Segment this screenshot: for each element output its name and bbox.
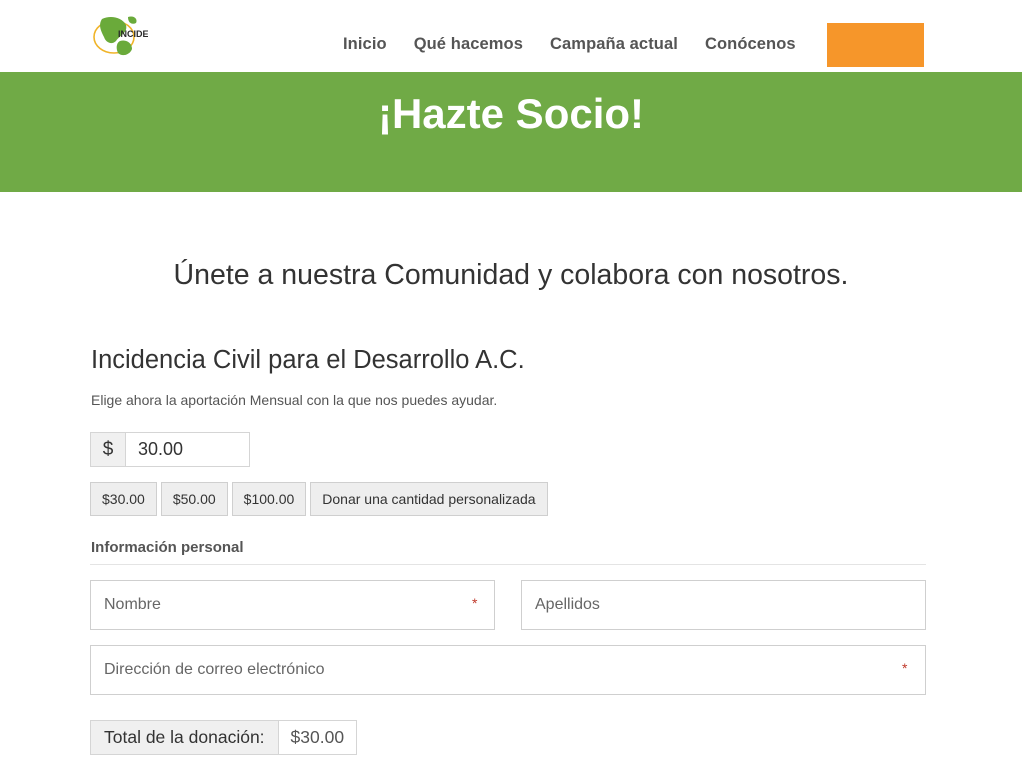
donation-amount-input[interactable]: [126, 433, 249, 466]
section-divider: [90, 564, 926, 565]
email-field-wrapper: *: [90, 645, 926, 695]
section-title-personal-info: Información personal: [91, 539, 244, 556]
nav-item-que-hacemos[interactable]: Qué hacemos: [414, 35, 523, 54]
required-marker: *: [472, 595, 478, 611]
nav-cta-button[interactable]: [827, 23, 924, 67]
donation-levels: $30.00 $50.00 $100.00 Donar una cantidad…: [90, 482, 552, 516]
nav-item-conocenos[interactable]: Conócenos: [705, 35, 796, 54]
last-name-input[interactable]: [522, 581, 925, 629]
globe-logo-icon: INCIDE: [93, 16, 149, 56]
required-marker: *: [902, 660, 908, 676]
first-name-input[interactable]: [91, 581, 494, 629]
nav-item-inicio[interactable]: Inicio: [343, 35, 387, 54]
form-title: Incidencia Civil para el Desarrollo A.C.: [91, 346, 525, 374]
donation-total: Total de la donación: $30.00: [90, 720, 358, 755]
nav-item-campana-actual[interactable]: Campaña actual: [550, 35, 678, 54]
logo[interactable]: INCIDE: [92, 13, 149, 59]
level-100-button[interactable]: $100.00: [231, 482, 307, 516]
hero-banner: ¡Hazte Socio!: [0, 72, 1022, 192]
custom-amount-button[interactable]: Donar una cantidad personalizada: [310, 482, 548, 516]
site-header: INCIDE Inicio Qué hacemos Campaña actual…: [0, 0, 1022, 72]
first-name-field-wrapper: *: [90, 580, 495, 630]
total-label: Total de la donación:: [91, 721, 279, 754]
donation-amount-group: $: [90, 432, 250, 467]
total-value: $30.00: [278, 721, 357, 754]
level-30-button[interactable]: $30.00: [90, 482, 157, 516]
currency-symbol: $: [91, 433, 126, 466]
email-input[interactable]: [91, 646, 925, 694]
logo-text: INCIDE: [118, 29, 148, 39]
main-nav: Inicio Qué hacemos Campaña actual Conóce…: [343, 35, 823, 54]
page-subtitle: Únete a nuestra Comunidad y colabora con…: [173, 259, 849, 291]
page-title: ¡Hazte Socio!: [377, 90, 645, 137]
last-name-field-wrapper: [521, 580, 926, 630]
form-description: Elige ahora la aportación Mensual con la…: [91, 392, 498, 408]
level-50-button[interactable]: $50.00: [160, 482, 228, 516]
